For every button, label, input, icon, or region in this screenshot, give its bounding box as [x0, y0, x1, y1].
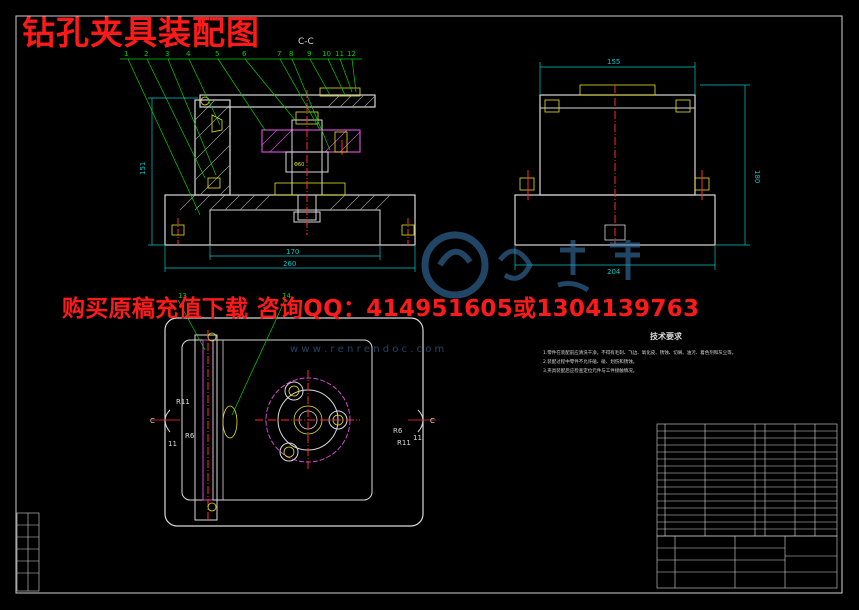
svg-text:11: 11: [413, 434, 422, 442]
svg-text:12: 12: [347, 50, 356, 58]
margin-stamp: [16, 512, 40, 592]
svg-text:6: 6: [242, 50, 247, 58]
svg-text:R6: R6: [393, 427, 403, 435]
part-number-labels: 1 2 3 4 5 6 7 8 9 10 11 12: [124, 50, 356, 58]
svg-text:8: 8: [289, 50, 293, 58]
dim-front-overall-width: 260: [283, 260, 296, 268]
svg-text:1: 1: [124, 50, 128, 58]
svg-text:技术要求: 技术要求: [650, 331, 683, 341]
dim-front-inner-width: 170: [286, 248, 299, 256]
svg-text:7: 7: [277, 50, 281, 58]
svg-text:1.零件在装配前应清洗干净，不得有毛刺、飞边、氧化皮、锈蚀、: 1.零件在装配前应清洗干净，不得有毛刺、飞边、氧化皮、锈蚀、切屑、油污、着色剂和…: [543, 349, 736, 356]
dim-side-bottom-width: 204: [607, 268, 621, 276]
section-label: C-C: [298, 37, 314, 47]
svg-text:2.装配过程中零件不允许磕、碰、划伤和锈蚀。: 2.装配过程中零件不允许磕、碰、划伤和锈蚀。: [543, 358, 637, 365]
svg-text:C: C: [150, 417, 155, 425]
svg-text:3: 3: [165, 50, 169, 58]
svg-text:C: C: [430, 417, 435, 425]
svg-text:11: 11: [335, 50, 344, 58]
svg-text:4: 4: [186, 50, 191, 58]
dim-side-height: 180: [753, 170, 761, 183]
svg-text:3.夹具装配后应检查定位元件与工件接触情况。: 3.夹具装配后应检查定位元件与工件接触情况。: [543, 367, 637, 374]
watermark-site: w w w . r e n r e n d o c . c o m: [290, 344, 444, 355]
svg-text:Φ60: Φ60: [294, 162, 304, 168]
plan-view: 13 14 R11 R6 C 11 R6 R11 C 11: [150, 292, 436, 527]
part-leaders: [120, 58, 362, 216]
title-block: [656, 535, 838, 589]
front-section-view: C-C Φ60 1 2 3 4 5 6 7 8 9 10 11 12 151 1…: [120, 37, 416, 272]
dim-side-top-width: 155: [607, 58, 620, 66]
svg-text:10: 10: [322, 50, 331, 58]
technical-notes: 技术要求 1.零件在装配前应清洗干净，不得有毛刺、飞边、氧化皮、锈蚀、切屑、油污…: [543, 331, 736, 374]
svg-text:R11: R11: [397, 439, 411, 447]
base-hatch: [179, 194, 391, 211]
dim-front-height: 151: [139, 162, 147, 175]
parts-list: [656, 423, 838, 537]
svg-text:2: 2: [144, 50, 148, 58]
front-dimension-lines: [148, 97, 416, 272]
promo-banner: 购买原稿充值下载 咨询QQ：414951605或1304139763: [62, 296, 700, 322]
svg-text:9: 9: [307, 50, 311, 58]
svg-text:5: 5: [215, 50, 219, 58]
svg-text:R11: R11: [176, 398, 190, 406]
svg-text:11: 11: [168, 440, 177, 448]
svg-text:R6: R6: [185, 432, 195, 440]
